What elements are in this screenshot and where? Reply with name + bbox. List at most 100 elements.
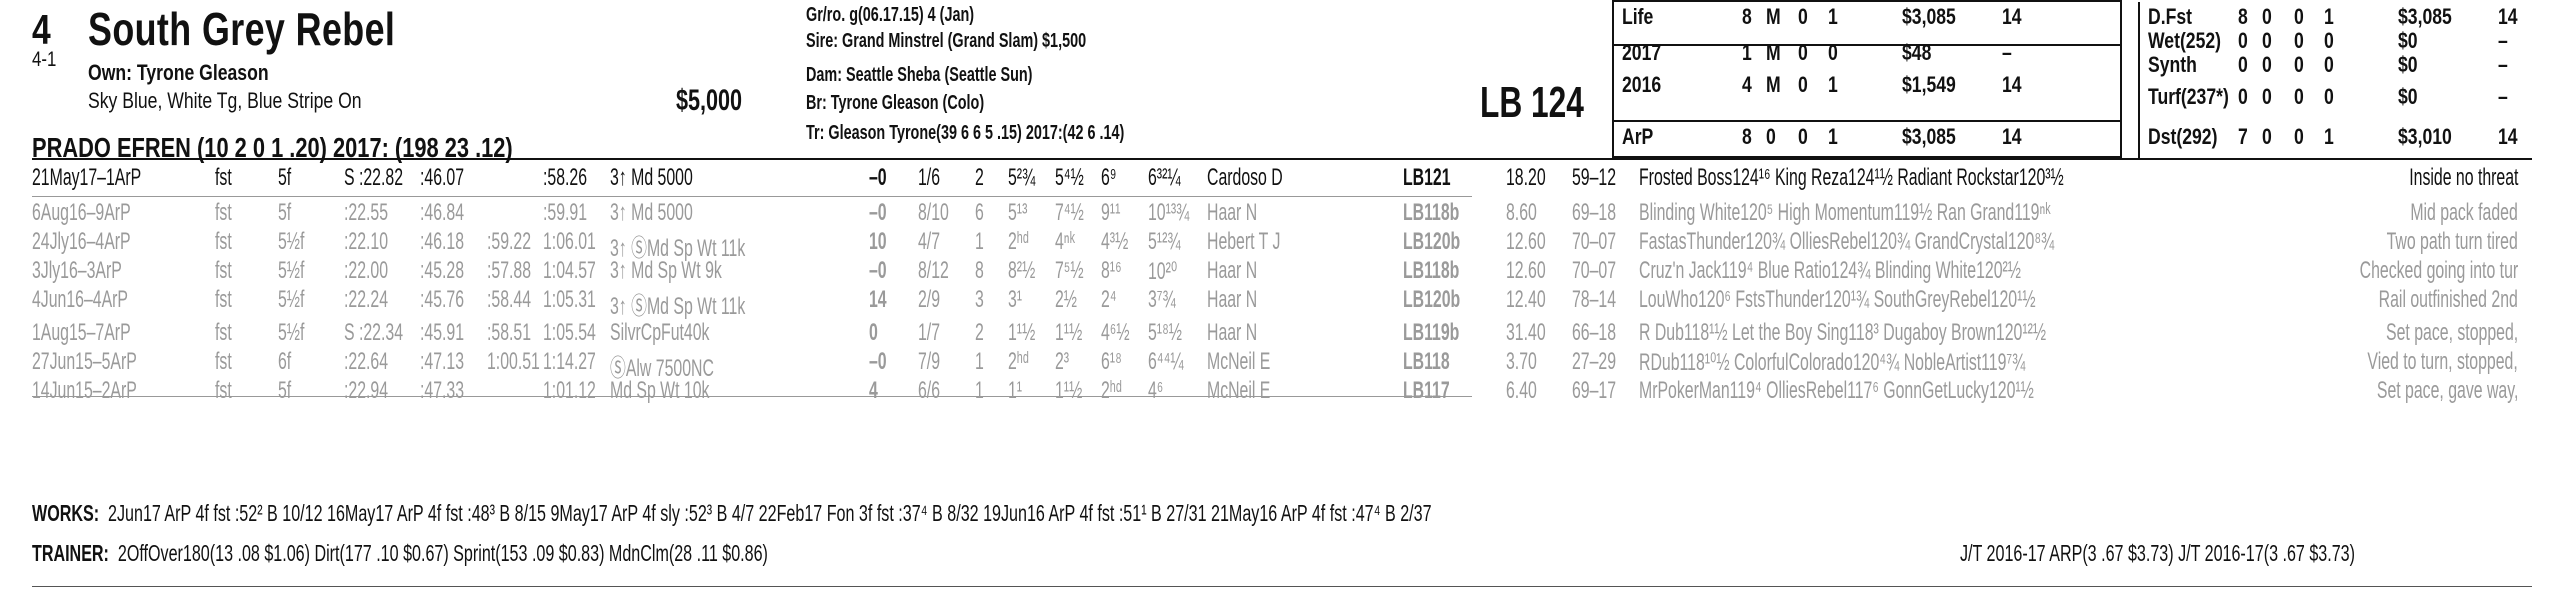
pp-comp: Frosted Boss124¹⁶ King Reza124¹½ Radiant… [1639,164,2064,191]
pp-c2: 4ⁿᵏ [1055,228,1075,255]
record-spd: 14 [2002,72,2022,97]
pp-jock: Cardoso D [1207,164,1283,191]
pp-fr1: :22.64 [344,348,389,375]
sire: Sire: Grand Minstrel (Grand Slam) $1,500 [806,30,1087,52]
pp-comment: Checked going into tur [2359,257,2518,284]
pp-c2: 1¹½ [1055,319,1083,346]
record-w: 0 [2262,4,2272,29]
pp-st: 8 [975,257,984,284]
pp-fr2: :47.13 [420,348,465,375]
record-spd: 14 [2002,4,2022,29]
pp-dist: 5½f [278,228,305,255]
pp-spd: 10 [869,228,887,255]
works-label: WORKS: [32,500,100,526]
record-st: 4 [1742,72,1752,97]
pp-pp: 8/10 [918,199,949,226]
pp-cond: fst [215,377,232,404]
pp-dist: 5f [278,199,292,226]
pp-spd: –0 [869,164,887,191]
pp-st: 3 [975,286,984,313]
dam: Dam: Seattle Sheba (Seattle Sun) [806,64,1033,86]
pp-c3: 4³½ [1101,228,1129,255]
record-p: 0 [2294,124,2304,149]
pp-odds: 6.40 [1506,377,1537,404]
record-label: 2016 [1622,72,1662,97]
header-divider [32,158,2532,160]
pp-st: 1 [975,348,984,375]
pp-pp: 6/6 [918,377,941,404]
record-s: 0 [2324,52,2334,77]
pp-fn: 10²⁰ [1148,258,1178,285]
pp-race: 3↑ Md 5000 [610,199,693,226]
record-earn: $3,085 [1902,124,1956,149]
pp-odds: 8.60 [1506,199,1537,226]
record-label: 2017 [1622,40,1662,65]
record-earn: $3,010 [2398,124,2452,149]
record-w: 0 [1766,124,1776,149]
pp-race: 3↑ Md 5000 [610,164,693,191]
pp-c1: 8²½ [1008,257,1036,284]
pp-fr3: :58.44 [487,286,532,313]
pp-c2: 2³ [1055,348,1070,375]
breeder: Br: Tyrone Gleason (Colo) [806,92,985,114]
pp-dist: 5½f [278,257,305,284]
pp-comment: Inside no threat [2408,164,2518,191]
record-s: 0 [2324,84,2334,109]
pp-spd: 4 [869,377,878,404]
record-st: 0 [2238,84,2248,109]
pp-wt: LB120b [1403,228,1461,255]
pp-sp: 59–12 [1572,164,1617,191]
pp-fn: 4⁶ [1148,377,1164,404]
record-w: M [1766,40,1781,65]
owner: Own: Tyrone Gleason [88,60,269,85]
pp-wt: LB118 [1403,348,1450,375]
silks: Sky Blue, White Tg, Blue Stripe On [88,88,362,113]
pp-jock: Haar N [1207,257,1258,284]
pp-fn: 6⁴⁴¼ [1148,348,1184,375]
record-earn: $1,549 [1902,72,1956,97]
record-earn: $0 [2398,28,2418,53]
pp-fin: 1:05.31 [543,286,596,313]
record-earn: $48 [1902,40,1932,65]
pp-pp: 1/6 [918,164,941,191]
lasix-weight: LB 124 [1480,78,1584,127]
record-p: 0 [2294,52,2304,77]
pp-date: 27Jun15–5ArP [32,348,137,375]
pp-fin: :58.26 [543,164,588,191]
pp-fin: 1:14.27 [543,348,596,375]
pp-sp: 78–14 [1572,286,1617,313]
pp-date: 21May17–1ArP [32,164,142,191]
pp-fr1: :22.94 [344,377,389,404]
pp-comp: Blinding White120⁵ High Momentum119½ Ran… [1639,199,2051,226]
pp-comp: MrPokerMan119⁴ OlliesRebel117⁶ GonnGetLu… [1639,377,2034,404]
pp-cond: fst [215,286,232,313]
pp-c2: 1¹½ [1055,377,1083,404]
pp-c1: 1¹½ [1008,319,1036,346]
pp-fr1: S :22.82 [344,164,404,191]
pp-fr3: :57.88 [487,257,532,284]
pp-jock: Haar N [1207,199,1258,226]
pp-jock: Haar N [1207,319,1258,346]
pp-sp: 70–07 [1572,257,1617,284]
record-box-top [1612,0,2122,2]
pp-spd: 14 [869,286,887,313]
pp-comp: R Dub118¹½ Let the Boy Sing118³ Dugaboy … [1639,319,2047,346]
pp-c1: 2ʰᵈ [1008,228,1029,255]
pp-comment: Vied to turn, stopped, [2367,348,2518,375]
pp-date: 3Jly16–3ArP [32,257,122,284]
record-spd: 14 [2002,124,2022,149]
pp-divider-1 [32,196,1472,197]
pp-cond: fst [215,319,232,346]
pp-dist: 5f [278,377,292,404]
pp-wt: LB121 [1403,164,1451,191]
pp-fr1: :22.24 [344,286,389,313]
pp-odds: 31.40 [1506,319,1546,346]
pp-race: Md Sp Wt 10k [610,377,710,404]
pp-fr2: :45.28 [420,257,465,284]
record-w: 0 [2262,124,2272,149]
pp-comp: Cruz'n Jack119⁴ Blue Ratio124¾ Blinding … [1639,257,2021,284]
record-earn: $3,085 [2398,4,2452,29]
pp-fn: 10¹³¾ [1148,199,1190,226]
pp-jock: McNeil E [1207,377,1271,404]
pp-race: SilvrCpFut40k [610,319,710,346]
